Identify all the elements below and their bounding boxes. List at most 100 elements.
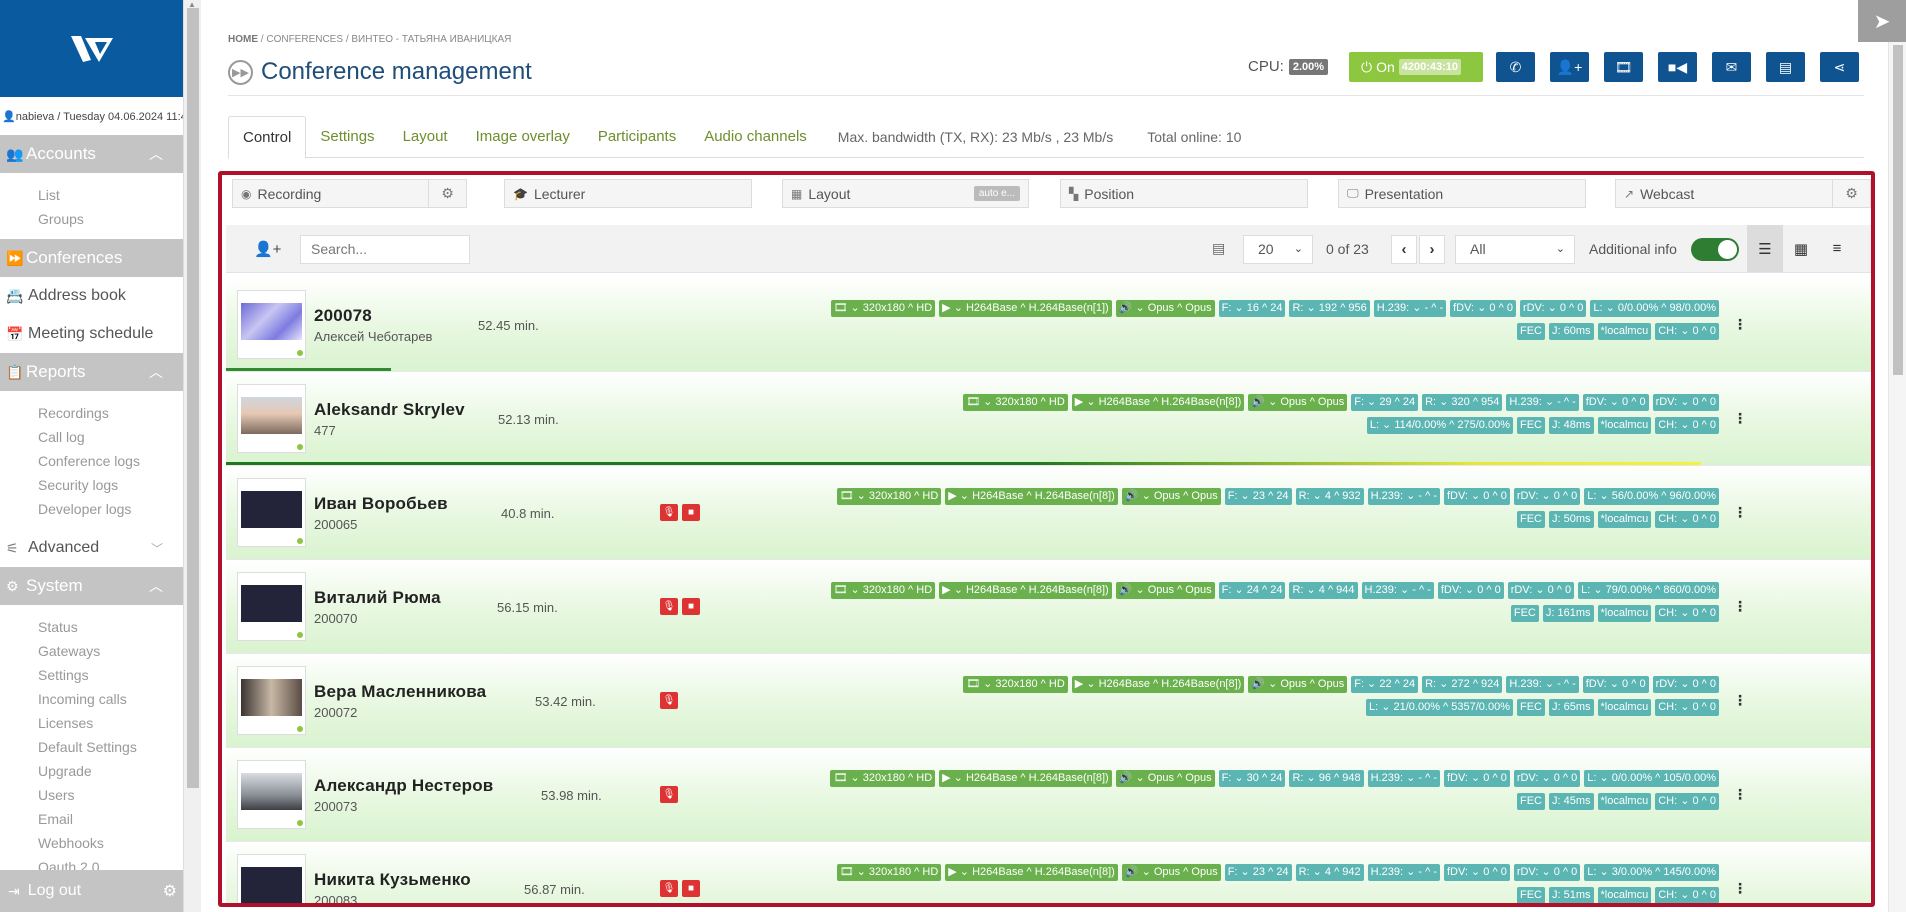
settings-gear-icon[interactable]: ⚙ [163, 881, 177, 901]
participant-row[interactable]: Александр Нестеров 200073 53.98 min. 🎙 🎞 ⌄ 3… [226, 748, 1871, 842]
sidebar-subitem-security-logs[interactable]: Security logs [0, 473, 183, 497]
list-details-icon[interactable]: ▤ [1212, 240, 1225, 257]
participant-row[interactable]: 200078 Алексей Чеботарев 52.45 min. 🎞 ⌄ 320… [226, 278, 1871, 372]
breadcrumb-home[interactable]: HOME [228, 34, 258, 45]
sidebar-item-reports[interactable]: 📋 Reports ︿ [0, 353, 183, 391]
sidebar-subitem-oauth-2-0[interactable]: Oauth 2.0 [0, 855, 183, 870]
sidebar-subitem-settings[interactable]: Settings [0, 663, 183, 687]
row-menu-kebab-icon[interactable]: ⋮ [1733, 598, 1747, 615]
video-button[interactable]: ■◀ [1658, 52, 1697, 82]
participant-row[interactable]: Иван Воробьев 200065 40.8 min. 🎙 ■ 🎞 ⌄ 320x18… [226, 466, 1871, 560]
sidebar-item-conferences[interactable]: ⏩ Conferences [0, 239, 183, 277]
logout-button[interactable]: ⇥ Log out ⚙ [0, 870, 183, 912]
sidebar-scrollbar-thumb[interactable] [187, 8, 199, 788]
prev-page-button[interactable]: ‹ [1391, 235, 1417, 264]
row-menu-kebab-icon[interactable]: ⋮ [1733, 410, 1747, 427]
additional-info-toggle[interactable] [1691, 238, 1739, 261]
row-menu-kebab-icon[interactable]: ⋮ [1733, 316, 1747, 333]
mic-off-icon[interactable]: 🎙 [660, 504, 678, 521]
camera-off-icon[interactable]: ■ [682, 598, 700, 615]
add-participant-icon[interactable]: 👤+ [254, 240, 281, 258]
row-menu-kebab-icon[interactable]: ⋮ [1733, 786, 1747, 803]
sidebar-subitem-webhooks[interactable]: Webhooks [0, 831, 183, 855]
sidebar-subitem-users[interactable]: Users [0, 783, 183, 807]
sidebar-item-system[interactable]: ⚙ System ︿ [0, 567, 183, 605]
camera-off-icon[interactable]: ■ [682, 504, 700, 521]
page-scrollbar-thumb[interactable] [1893, 45, 1903, 375]
view-compact-button[interactable]: ≡ [1819, 225, 1855, 272]
film-button[interactable]: 🎞 [1604, 52, 1643, 82]
avatar[interactable] [237, 384, 306, 453]
sidebar-item-meeting-schedule[interactable]: 📅 Meeting schedule [0, 315, 183, 353]
page-scrollbar[interactable] [1888, 0, 1906, 912]
recording-settings-gear-icon[interactable]: ⚙ [428, 180, 466, 207]
tab-control[interactable]: Control [228, 115, 307, 159]
sidebar-subitem-call-log[interactable]: Call log [0, 425, 183, 449]
mic-off-icon[interactable]: 🎙 [660, 692, 678, 709]
view-list-button[interactable]: ☰ [1747, 225, 1783, 272]
view-grid-button[interactable]: ▦ [1783, 225, 1819, 272]
sidebar-scrollbar[interactable]: ▲ [183, 0, 201, 912]
avatar[interactable] [237, 666, 306, 735]
email-button[interactable]: ✉ [1712, 52, 1751, 82]
avatar[interactable] [237, 290, 306, 359]
chevron-up-icon[interactable]: ︿ [149, 576, 163, 596]
share-button[interactable]: ⋖ [1820, 52, 1859, 82]
mic-off-icon[interactable]: 🎙 [660, 786, 678, 803]
mic-off-icon[interactable]: 🎙 [660, 598, 678, 615]
participant-row[interactable]: Виталий Рюма 200070 56.15 min. 🎙 ■ 🎞 ⌄ 320x18… [226, 560, 1871, 654]
sidebar-item-address-book[interactable]: 📇 Address book [0, 277, 183, 315]
participant-row[interactable]: Aleksandr Skrylev 477 52.13 min. 🎞 ⌄ 320x18… [226, 372, 1871, 466]
tab-participants[interactable]: Participants [584, 116, 690, 158]
presentation-control[interactable]: 🖵 Presentation [1338, 179, 1586, 208]
sidebar-subitem-developer-logs[interactable]: Developer logs [0, 497, 183, 521]
layout-control[interactable]: ▦ Layout auto e... [782, 179, 1029, 208]
participant-row[interactable]: Никита Кузьменко 200083 56.87 min. 🎙 ■ 🎞 ⌄ 32… [226, 842, 1871, 903]
send-feedback-button[interactable]: ➤ [1858, 0, 1906, 42]
sidebar-subitem-status[interactable]: Status [0, 615, 183, 639]
conference-on-button[interactable]: ⏻ On 4200:43:10 [1349, 52, 1483, 82]
tab-image-overlay[interactable]: Image overlay [462, 116, 584, 158]
per-page-select[interactable]: 20 ⌄ [1243, 235, 1313, 264]
recording-control[interactable]: ◉ Recording ⚙ [232, 179, 467, 208]
chevron-up-icon[interactable]: ︿ [149, 362, 163, 382]
breadcrumb-conferences[interactable]: CONFERENCES [266, 34, 343, 45]
mic-off-icon[interactable]: 🎙 [660, 880, 678, 897]
sidebar-subitem-recordings[interactable]: Recordings [0, 401, 183, 425]
tab-settings[interactable]: Settings [306, 116, 388, 158]
sidebar-subitem-default-settings[interactable]: Default Settings [0, 735, 183, 759]
participant-row[interactable]: Вера Масленникова 200072 53.42 min. 🎙 🎞 ⌄ 32… [226, 654, 1871, 748]
status-filter-select[interactable]: All ⌄ [1455, 235, 1575, 264]
sidebar-subitem-incoming-calls[interactable]: Incoming calls [0, 687, 183, 711]
add-participant-button[interactable]: 👤+ [1550, 52, 1589, 82]
call-button[interactable]: ✆ [1496, 52, 1535, 82]
camera-off-icon[interactable]: ■ [682, 880, 700, 897]
webcast-settings-gear-icon[interactable]: ⚙ [1832, 180, 1870, 207]
chevron-up-icon[interactable]: ︿ [149, 144, 163, 164]
position-control[interactable]: ▚ Position [1060, 179, 1308, 208]
brand-logo[interactable] [0, 0, 183, 97]
sidebar-subitem-email[interactable]: Email [0, 807, 183, 831]
avatar[interactable] [237, 854, 306, 903]
sidebar-subitem-conference-logs[interactable]: Conference logs [0, 449, 183, 473]
sidebar-item-advanced[interactable]: ⚟ Advanced ﹀ [0, 529, 183, 567]
avatar[interactable] [237, 478, 306, 547]
avatar[interactable] [237, 572, 306, 641]
book-button[interactable]: ▤ [1766, 52, 1805, 82]
avatar[interactable] [237, 760, 306, 829]
tab-layout[interactable]: Layout [389, 116, 462, 158]
webcast-control[interactable]: ↗ Webcast ⚙ [1615, 179, 1871, 208]
row-menu-kebab-icon[interactable]: ⋮ [1733, 692, 1747, 709]
sidebar-subitem-list[interactable]: List [0, 183, 183, 207]
chevron-down-icon[interactable]: ﹀ [151, 540, 163, 557]
sidebar-subitem-upgrade[interactable]: Upgrade [0, 759, 183, 783]
sidebar-subitem-licenses[interactable]: Licenses [0, 711, 183, 735]
sidebar-item-accounts[interactable]: 👥 Accounts ︿ [0, 135, 183, 173]
row-menu-kebab-icon[interactable]: ⋮ [1733, 880, 1747, 897]
lecturer-control[interactable]: 🎓 Lecturer [504, 179, 752, 208]
row-menu-kebab-icon[interactable]: ⋮ [1733, 504, 1747, 521]
search-input[interactable]: Search... [300, 235, 470, 264]
sidebar-subitem-gateways[interactable]: Gateways [0, 639, 183, 663]
tab-audio-channels[interactable]: Audio channels [690, 116, 821, 158]
sidebar-subitem-groups[interactable]: Groups [0, 207, 183, 231]
